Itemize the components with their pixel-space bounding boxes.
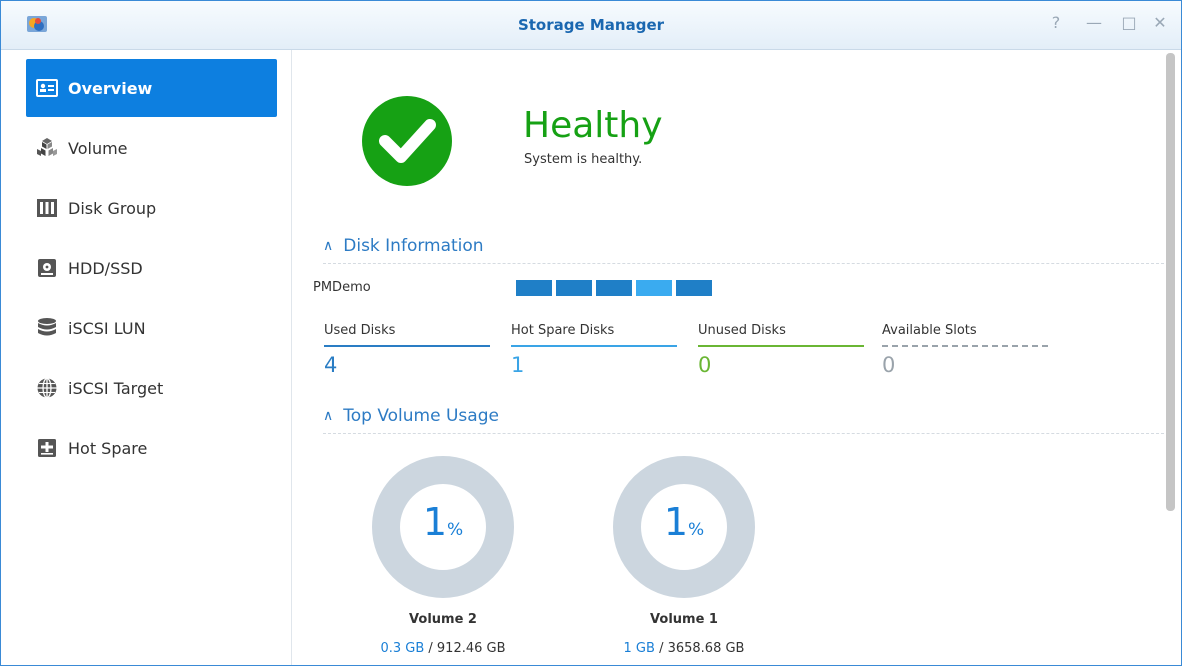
percent-unit: % — [447, 520, 464, 540]
stat-bar — [882, 345, 1048, 347]
stat-label: Available Slots — [882, 323, 977, 338]
chevron-up-icon: ∧ — [323, 238, 334, 254]
sidebar-item-label: Overview — [68, 78, 153, 98]
sidebar-item-label: Hot Spare — [68, 438, 148, 458]
top-volume-usage-header[interactable]: ∧ Top Volume Usage — [323, 406, 499, 426]
disk-information-header[interactable]: ∧ Disk Information — [323, 236, 484, 256]
sidebar: Overview Volume Disk Group HDD/SSD iSCSI… — [1, 50, 292, 665]
device-name: PMDemo — [313, 280, 371, 295]
iscsi-target-icon — [37, 377, 57, 399]
disk-slot-used — [556, 280, 592, 296]
used-size: 0.3 GB — [380, 641, 425, 656]
stat-value: 0 — [882, 353, 896, 377]
stat-value: 4 — [324, 353, 338, 377]
volume-2-name: Volume 2 — [409, 612, 477, 627]
stat-value: 0 — [698, 353, 712, 377]
volume-2-size: 0.3 GB / 912.46 GB — [353, 641, 533, 656]
volume-icon — [37, 138, 57, 156]
sidebar-item-volume[interactable]: Volume — [26, 119, 277, 177]
overview-panel: Healthy System is healthy. ∧ Disk Inform… — [293, 50, 1169, 665]
disk-slot-hot-spare — [636, 280, 672, 296]
stat-bar — [511, 345, 677, 347]
total-size: / 3658.68 GB — [654, 641, 745, 656]
health-status-message: System is healthy. — [524, 152, 643, 167]
hot-spare-disks-stat: Hot Spare Disks 1 — [511, 323, 677, 377]
storage-manager-window: Storage Manager ? — □ ✕ Overview Volume … — [0, 0, 1182, 666]
available-slots-stat: Available Slots 0 — [882, 323, 1048, 377]
title-bar[interactable]: Storage Manager ? — □ ✕ — [1, 1, 1181, 50]
hot-spare-icon — [38, 439, 56, 457]
used-size: 1 GB — [623, 641, 655, 656]
health-status-title: Healthy — [523, 105, 663, 146]
used-disks-stat: Used Disks 4 — [324, 323, 490, 377]
chevron-up-icon: ∧ — [323, 408, 334, 424]
volume-1-name: Volume 1 — [650, 612, 718, 627]
volume-2-percent: 1% — [373, 500, 513, 544]
total-size: / 912.46 GB — [424, 641, 506, 656]
stat-label: Used Disks — [324, 323, 396, 338]
disk-slot-used — [596, 280, 632, 296]
stat-bar — [698, 345, 864, 347]
stat-bar — [324, 345, 490, 347]
sidebar-item-overview[interactable]: Overview — [26, 59, 277, 117]
disk-slot-strip — [516, 280, 712, 296]
divider — [323, 433, 1169, 434]
disk-slot-used — [676, 280, 712, 296]
stat-label: Unused Disks — [698, 323, 786, 338]
help-button[interactable]: ? — [1047, 14, 1065, 32]
disk-slot-used — [516, 280, 552, 296]
minimize-button[interactable]: — — [1085, 14, 1103, 32]
section-title: Top Volume Usage — [343, 406, 499, 426]
disk-group-icon — [37, 199, 57, 217]
stat-value: 1 — [511, 353, 525, 377]
percent-value: 1 — [663, 500, 689, 544]
volume-1-size: 1 GB / 3658.68 GB — [594, 641, 774, 656]
unused-disks-stat: Unused Disks 0 — [698, 323, 864, 377]
sidebar-item-disk-group[interactable]: Disk Group — [26, 179, 277, 237]
volume-1-percent: 1% — [614, 500, 754, 544]
vertical-scrollbar[interactable] — [1166, 53, 1175, 511]
sidebar-item-label: iSCSI LUN — [68, 318, 146, 338]
section-title: Disk Information — [343, 236, 484, 256]
stat-label: Hot Spare Disks — [511, 323, 615, 338]
sidebar-item-label: Disk Group — [68, 198, 157, 218]
close-button[interactable]: ✕ — [1151, 14, 1169, 32]
sidebar-item-iscsi-lun[interactable]: iSCSI LUN — [26, 299, 277, 357]
percent-value: 1 — [422, 500, 448, 544]
iscsi-lun-icon — [38, 318, 56, 336]
hdd-icon — [38, 259, 56, 277]
maximize-button[interactable]: □ — [1120, 14, 1138, 32]
sidebar-item-hot-spare[interactable]: Hot Spare — [26, 419, 277, 477]
divider — [323, 263, 1169, 264]
window-title: Storage Manager — [517, 16, 665, 34]
sidebar-item-iscsi-target[interactable]: iSCSI Target — [26, 359, 277, 417]
percent-unit: % — [688, 520, 705, 540]
sidebar-item-label: Volume — [68, 138, 128, 158]
overview-icon — [36, 79, 58, 97]
sidebar-item-label: HDD/SSD — [68, 258, 143, 278]
sidebar-item-label: iSCSI Target — [68, 378, 164, 398]
healthy-check-icon — [362, 96, 452, 186]
sidebar-item-hdd-ssd[interactable]: HDD/SSD — [26, 239, 277, 297]
